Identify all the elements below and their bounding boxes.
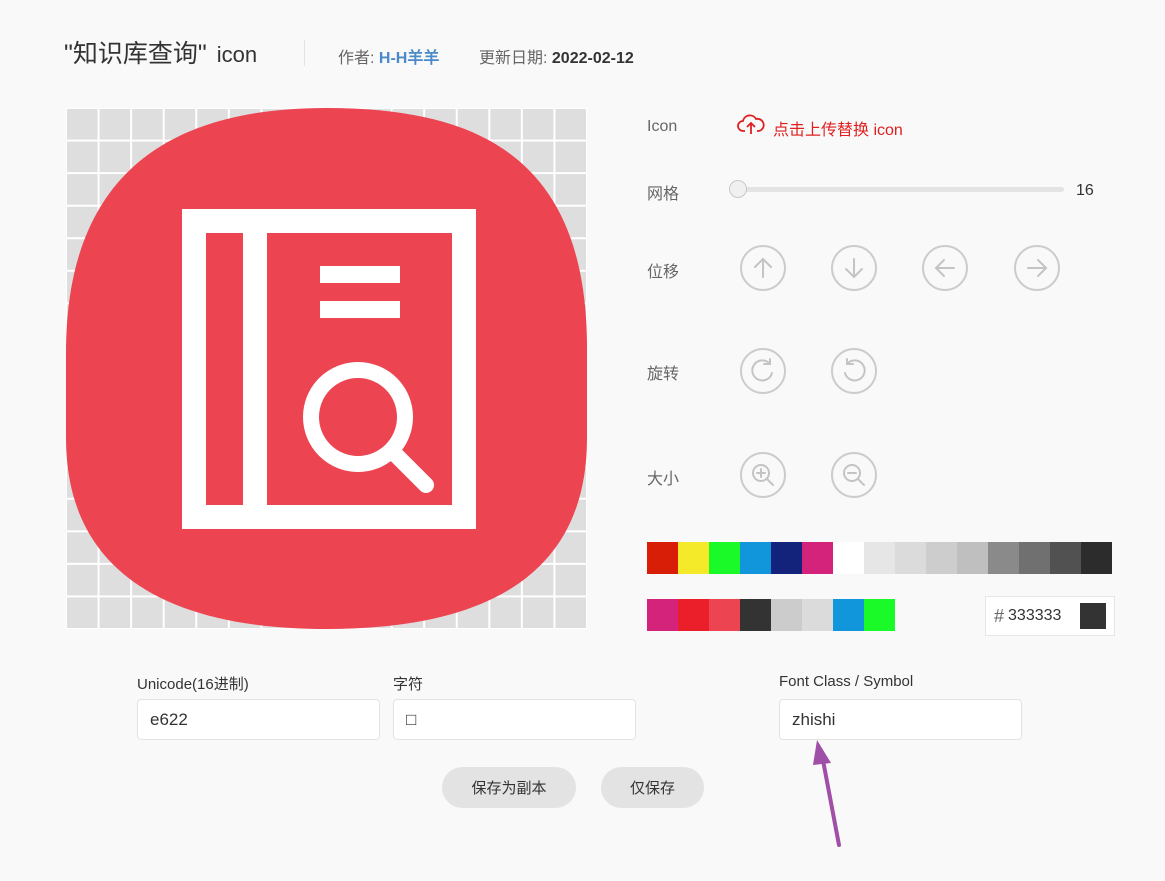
palette-primary-swatch-5[interactable] <box>771 542 802 574</box>
knowledge-base-search-icon <box>66 108 587 629</box>
zoom-out-button[interactable] <box>831 452 877 498</box>
title-suffix: icon <box>216 42 258 67</box>
move-left-button[interactable] <box>922 245 968 291</box>
grid-value: 16 <box>1076 182 1094 199</box>
palette-recent-swatch-2[interactable] <box>678 599 709 631</box>
palette-primary-swatch-1[interactable] <box>647 542 678 574</box>
arrow-up-icon <box>754 257 772 278</box>
char-input[interactable] <box>393 699 636 740</box>
page-title: "知识库查询" icon <box>64 34 257 70</box>
palette-primary-swatch-13[interactable] <box>1019 542 1050 574</box>
palette-primary-swatch-15[interactable] <box>1081 542 1112 574</box>
author-meta: 作者: H-H羊羊 <box>338 44 439 68</box>
date-label: 更新日期: <box>479 50 548 67</box>
palette-primary-swatch-11[interactable] <box>957 542 988 574</box>
palette-recent-swatch-8[interactable] <box>864 599 895 631</box>
palette-recent-swatch-6[interactable] <box>802 599 833 631</box>
upload-replace-icon-button[interactable]: 点击上传替换 icon <box>737 114 903 141</box>
arrow-down-icon <box>845 258 863 279</box>
move-down-button[interactable] <box>831 245 877 291</box>
grid-label: 网格 <box>647 186 680 203</box>
icon-name: "知识库查询" <box>64 40 207 68</box>
date-meta: 更新日期: 2022-02-12 <box>479 44 634 68</box>
upload-label: 点击上传替换 icon <box>773 121 903 139</box>
author-link[interactable]: H-H羊羊 <box>379 50 439 67</box>
rotate-clockwise-button[interactable] <box>740 348 786 394</box>
palette-primary-swatch-10[interactable] <box>926 542 957 574</box>
author-label: 作者: <box>338 50 375 67</box>
zoom-in-icon <box>752 464 774 486</box>
palette-recent-swatch-7[interactable] <box>833 599 864 631</box>
zoom-in-button[interactable] <box>740 452 786 498</box>
palette-primary-swatch-7[interactable] <box>833 542 864 574</box>
rotate-label: 旋转 <box>647 366 680 383</box>
icon-canvas <box>66 108 587 629</box>
size-label: 大小 <box>647 471 680 488</box>
move-label: 位移 <box>647 264 680 281</box>
hex-color-input[interactable]: # 333333 <box>985 596 1115 636</box>
grid-slider-track[interactable] <box>738 187 1064 192</box>
palette-primary-swatch-14[interactable] <box>1050 542 1081 574</box>
cloud-upload-icon <box>737 114 765 141</box>
zoom-out-icon <box>843 464 865 486</box>
palette-recent-swatch-4[interactable] <box>740 599 771 631</box>
arrow-right-icon <box>1027 259 1048 277</box>
color-palette-primary <box>647 542 1112 574</box>
palette-primary-swatch-6[interactable] <box>802 542 833 574</box>
move-up-button[interactable] <box>740 245 786 291</box>
header-divider <box>304 40 305 66</box>
char-label: 字符 <box>393 676 424 693</box>
annotation-arrow-icon <box>813 740 841 847</box>
color-palette-recent <box>647 599 895 631</box>
save-only-button[interactable]: 仅保存 <box>601 767 704 808</box>
date-value: 2022-02-12 <box>551 50 634 67</box>
palette-primary-swatch-8[interactable] <box>864 542 895 574</box>
rotate-counterclockwise-icon <box>844 358 866 382</box>
palette-primary-swatch-3[interactable] <box>709 542 740 574</box>
palette-recent-swatch-5[interactable] <box>771 599 802 631</box>
move-right-button[interactable] <box>1014 245 1060 291</box>
rotate-counterclockwise-button[interactable] <box>831 348 877 394</box>
palette-recent-swatch-1[interactable] <box>647 599 678 631</box>
palette-primary-swatch-4[interactable] <box>740 542 771 574</box>
unicode-input[interactable] <box>137 699 380 740</box>
icon-label: Icon <box>647 118 678 135</box>
current-color-swatch[interactable] <box>1080 603 1106 629</box>
palette-primary-swatch-2[interactable] <box>678 542 709 574</box>
unicode-label: Unicode(16进制) <box>137 676 249 693</box>
palette-primary-swatch-12[interactable] <box>988 542 1019 574</box>
rotate-clockwise-icon <box>751 358 773 382</box>
palette-primary-swatch-9[interactable] <box>895 542 926 574</box>
grid-slider-handle[interactable] <box>729 180 747 198</box>
hex-value[interactable]: 333333 <box>1008 607 1061 625</box>
hash-symbol: # <box>994 605 1005 626</box>
save-as-copy-button[interactable]: 保存为副本 <box>442 767 576 808</box>
arrow-left-icon <box>934 259 955 277</box>
palette-recent-swatch-3[interactable] <box>709 599 740 631</box>
font-class-label: Font Class / Symbol <box>779 673 914 690</box>
